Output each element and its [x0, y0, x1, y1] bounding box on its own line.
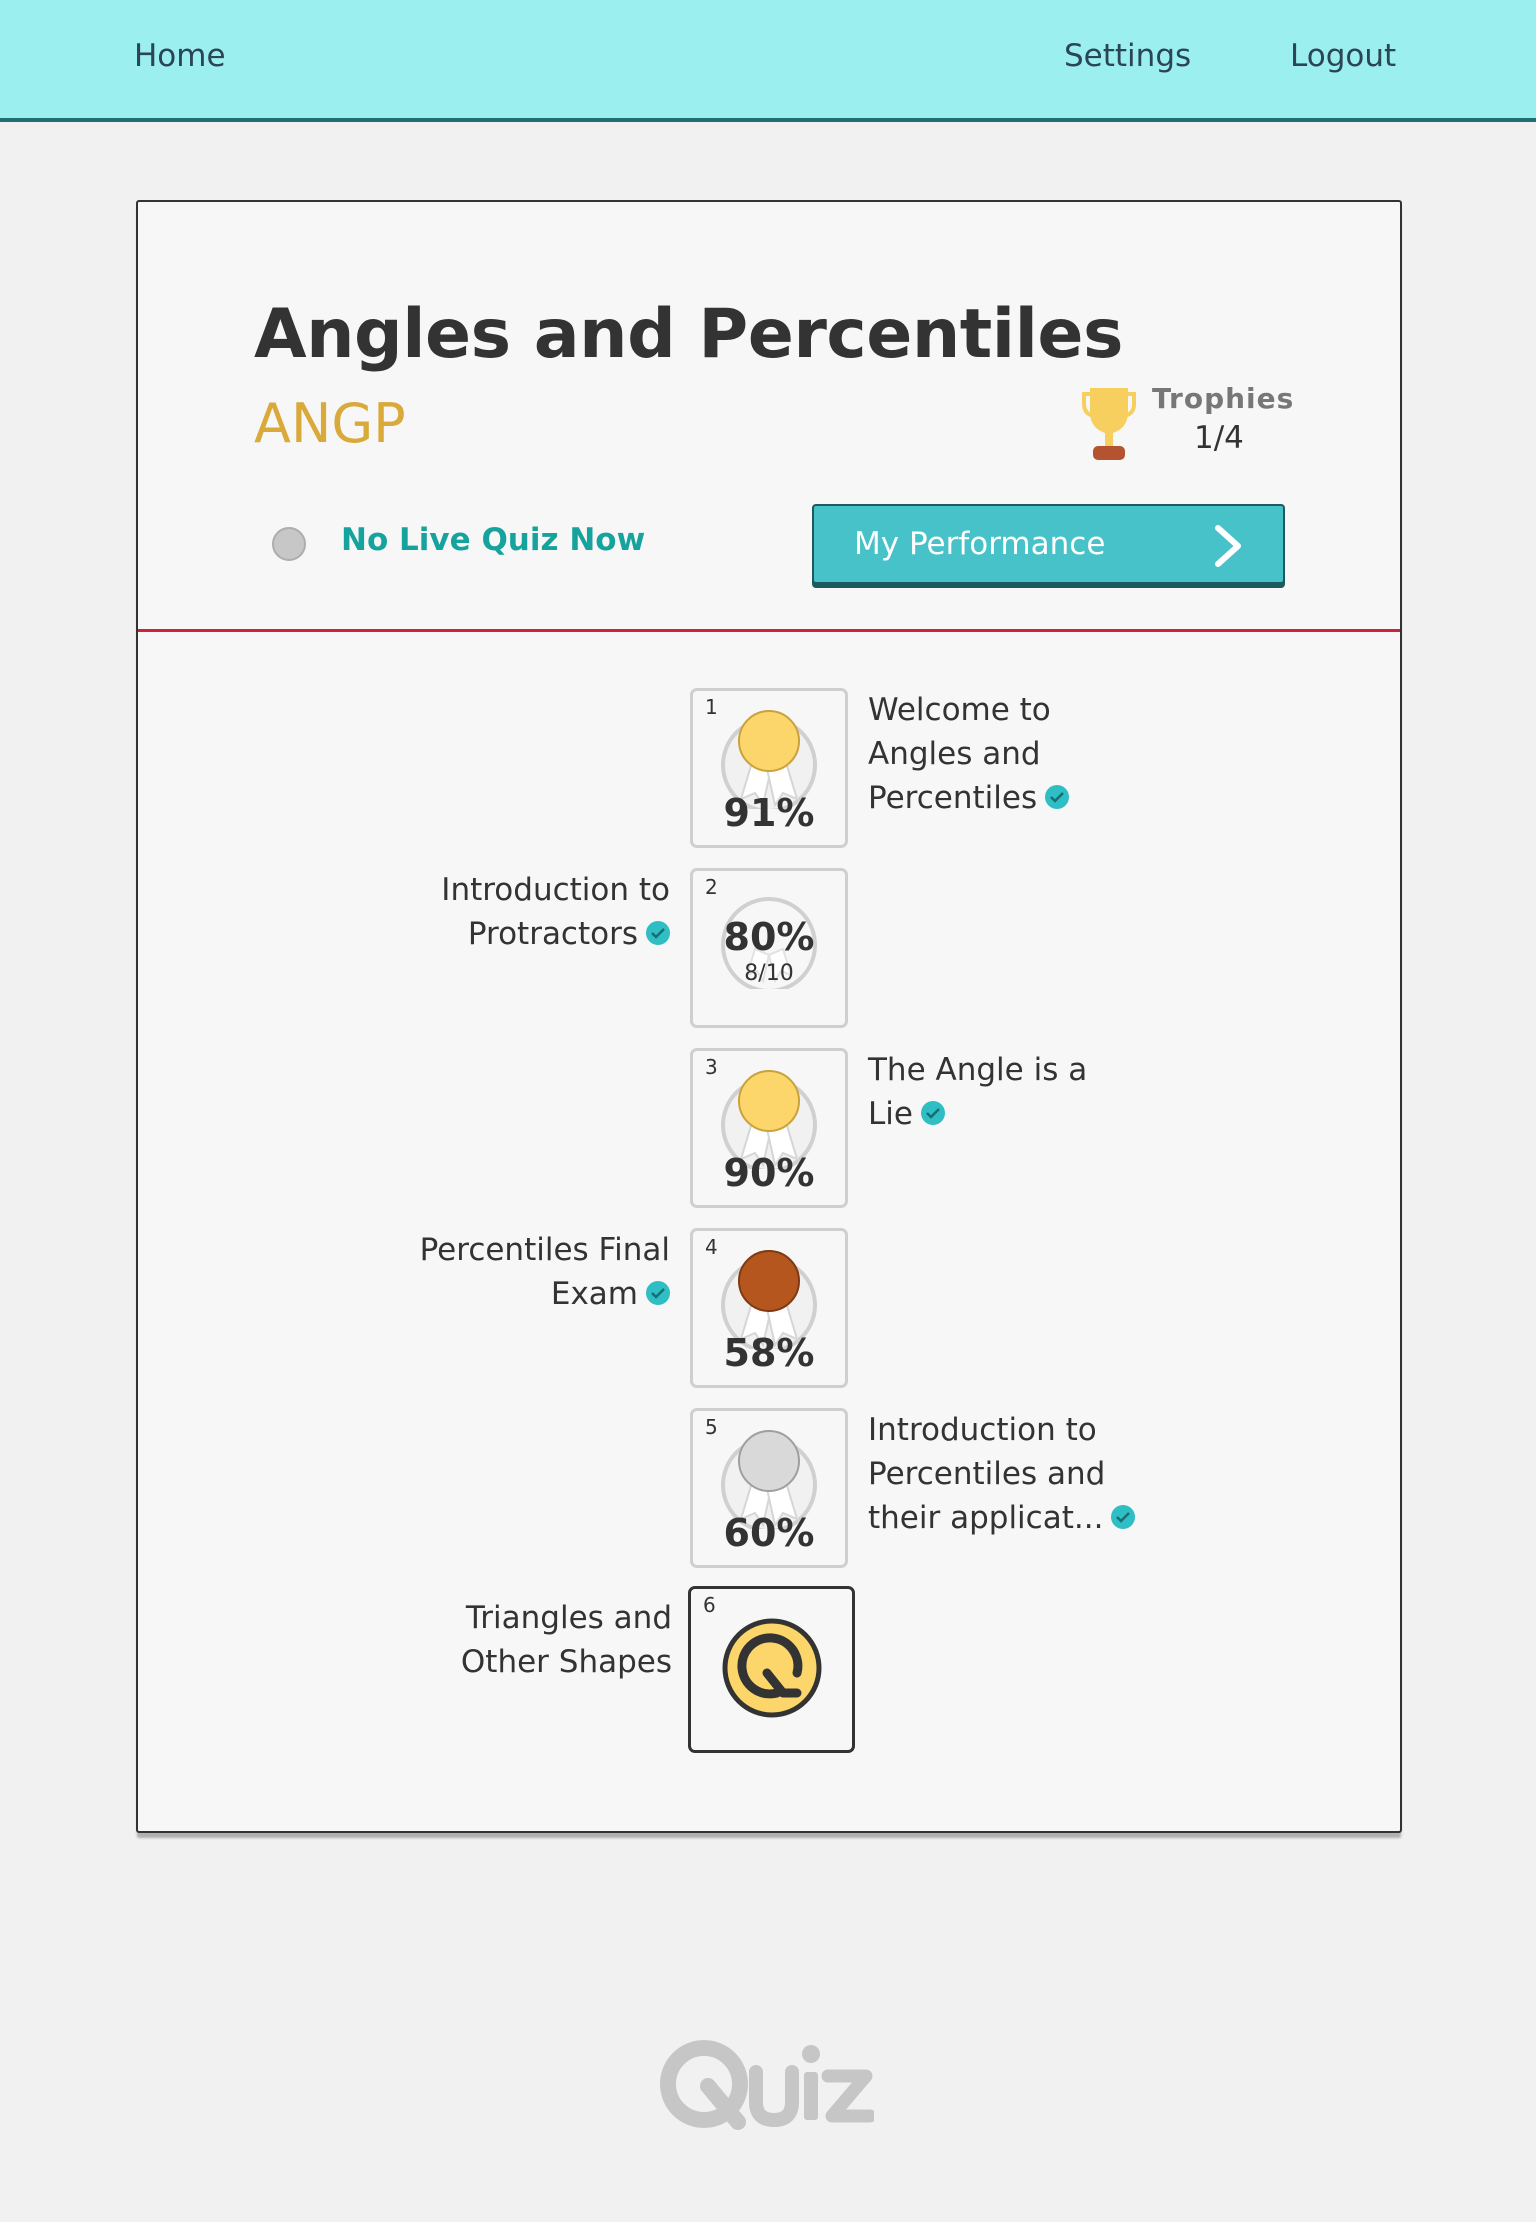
- quiz-score: 60%: [723, 1511, 815, 1555]
- nav-settings-link[interactable]: Settings: [1064, 38, 1191, 74]
- quiz-score: 91%: [723, 791, 815, 835]
- section-divider: [138, 629, 1400, 632]
- quiz-number: 2: [705, 875, 718, 899]
- quiz-number: 6: [703, 1593, 716, 1617]
- quiz-title-text: Triangles and Other Shapes: [460, 1600, 672, 1680]
- quiz-logo-icon: [660, 2040, 874, 2130]
- trophies-count: 1/4: [1194, 420, 1244, 456]
- quiz-title-1[interactable]: Welcome to Angles and Percentiles: [868, 688, 1138, 820]
- quiz-tile-4[interactable]: 4 58%: [690, 1228, 848, 1388]
- quiz-number: 4: [705, 1235, 718, 1259]
- quiz-score: 90%: [723, 1151, 815, 1195]
- my-performance-button[interactable]: My Performance: [812, 504, 1285, 584]
- quiz-title-text: The Angle is a Lie: [868, 1052, 1088, 1132]
- quiz-logo-icon: [722, 1618, 822, 1718]
- quiz-tile-1[interactable]: 1 91%: [690, 688, 848, 848]
- quiz-tile-5[interactable]: 5 60%: [690, 1408, 848, 1568]
- quiz-tile-3[interactable]: 3 90%: [690, 1048, 848, 1208]
- quiz-number: 3: [705, 1055, 718, 1079]
- course-card: Angles and Percentiles ANGP Trophies 1/4…: [136, 200, 1402, 1833]
- completed-check-icon: [646, 1280, 670, 1305]
- quiz-title-text: Introduction to Percentiles and their ap…: [868, 1412, 1106, 1536]
- live-status-indicator: [272, 527, 306, 561]
- chevron-right-icon: [1215, 525, 1241, 567]
- live-status-text: No Live Quiz Now: [341, 522, 646, 558]
- quiz-number: 5: [705, 1415, 718, 1439]
- course-title: Angles and Percentiles: [254, 295, 1123, 374]
- quiz-title-5[interactable]: Introduction to Percentiles and their ap…: [868, 1408, 1138, 1540]
- my-performance-label: My Performance: [854, 526, 1106, 562]
- quiz-tile-6[interactable]: 6: [688, 1586, 855, 1753]
- quiz-number: 1: [705, 695, 718, 719]
- quiz-title-4[interactable]: Percentiles Final Exam: [400, 1228, 670, 1316]
- quiz-title-text: Welcome to Angles and Percentiles: [868, 692, 1051, 816]
- course-code: ANGP: [254, 392, 406, 455]
- completed-check-icon: [1111, 1504, 1136, 1529]
- quiz-title-6[interactable]: Triangles and Other Shapes: [402, 1596, 672, 1684]
- quiz-score: 80%: [723, 915, 815, 959]
- completed-check-icon: [920, 1100, 945, 1125]
- top-nav: Home Settings Logout: [0, 0, 1536, 122]
- trophies-label: Trophies: [1152, 382, 1295, 415]
- quiz-tile-2[interactable]: 2 80% 8/10: [690, 868, 848, 1028]
- quiz-score-detail: 8/10: [744, 961, 794, 986]
- nav-home-link[interactable]: Home: [134, 38, 226, 74]
- trophy-icon: [1082, 388, 1136, 460]
- nav-logout-link[interactable]: Logout: [1290, 38, 1396, 74]
- quiz-title-2[interactable]: Introduction to Protractors: [400, 868, 670, 956]
- quiz-score: 58%: [723, 1331, 815, 1375]
- quiz-title-text: Introduction to Protractors: [441, 872, 670, 952]
- quiz-title-text: Percentiles Final Exam: [419, 1232, 670, 1312]
- quiz-title-3[interactable]: The Angle is a Lie: [868, 1048, 1138, 1136]
- completed-check-icon: [646, 920, 670, 945]
- completed-check-icon: [1045, 784, 1070, 809]
